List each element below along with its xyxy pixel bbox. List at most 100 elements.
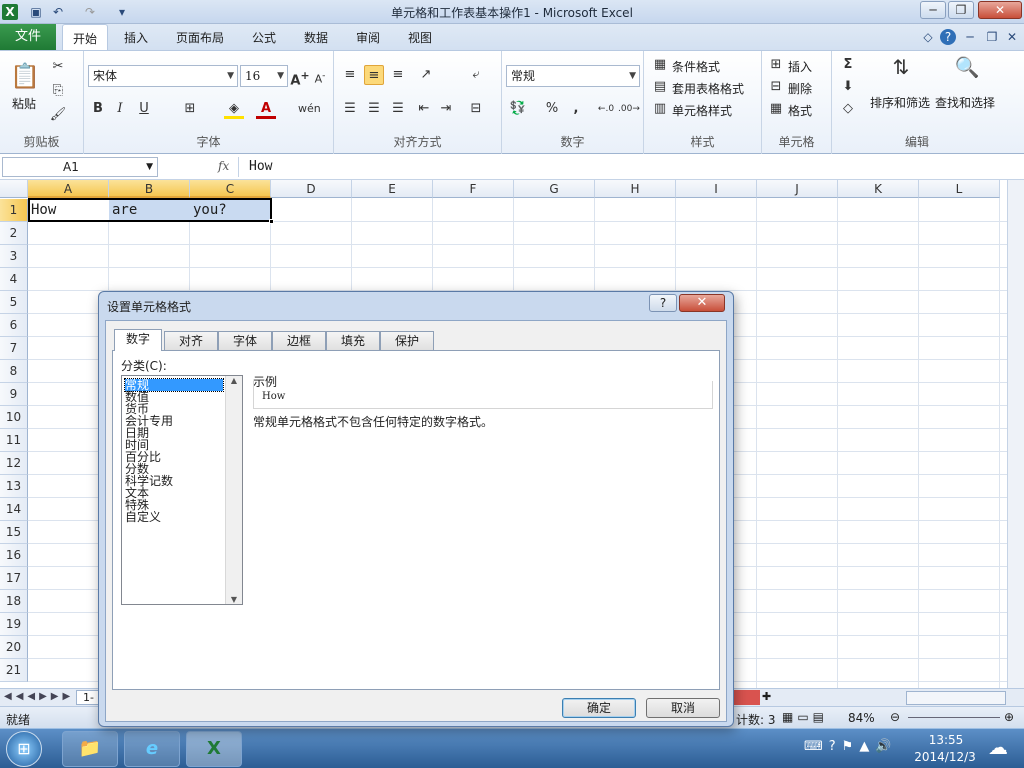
cell-styles-button[interactable]: 单元格样式 — [672, 102, 732, 119]
insert-sheet-icon[interactable]: ✚ — [762, 690, 771, 703]
scroll-up-icon[interactable]: ▲ — [226, 376, 242, 385]
font-size-combo[interactable]: 16 ▼ — [240, 65, 288, 87]
underline-button[interactable]: U — [134, 99, 154, 119]
tab-home[interactable]: 开始 — [62, 24, 109, 51]
orientation-icon[interactable]: ↗ — [416, 65, 436, 85]
tab-protection[interactable]: 保护 — [380, 331, 434, 350]
accounting-format-icon[interactable]: 💱 — [508, 99, 528, 119]
scroll-down-icon[interactable]: ▼ — [226, 595, 242, 604]
category-list[interactable]: ▲ ▼ 常规 数值 货币 会计专用 日期 时间 百分比 分数 科学记数 文本 特殊 自定义 — [121, 375, 243, 605]
tray-icons[interactable]: ⌨?⚑▲🔊 — [804, 739, 898, 754]
conditional-format-icon[interactable]: ▦ — [650, 55, 670, 75]
merge-center-icon[interactable]: ⊟ — [466, 99, 486, 119]
decrease-indent-icon[interactable]: ⇤ — [414, 99, 434, 119]
dialog-help-button[interactable]: ? — [649, 294, 677, 312]
number-format-combo[interactable]: 常规 ▼ — [506, 65, 640, 87]
tab-alignment[interactable]: 对齐 — [164, 331, 218, 350]
tab-review[interactable]: 审阅 — [356, 29, 380, 46]
row-header[interactable]: 9 — [0, 383, 28, 406]
format-as-table-icon[interactable]: ▤ — [650, 77, 670, 97]
minimize-doc-icon[interactable]: ─ — [962, 29, 978, 45]
row-header[interactable]: 10 — [0, 406, 28, 429]
tab-file[interactable]: 文件 — [0, 24, 56, 50]
column-header[interactable]: A — [28, 180, 109, 198]
fx-icon[interactable]: fx — [218, 159, 229, 173]
row-header[interactable]: 19 — [0, 613, 28, 636]
select-all-corner[interactable] — [0, 180, 28, 198]
tab-formulas[interactable]: 公式 — [252, 29, 276, 46]
align-right-icon[interactable]: ☰ — [388, 99, 408, 119]
row-header[interactable]: 6 — [0, 314, 28, 337]
column-header[interactable]: G — [514, 180, 595, 198]
tab-fill[interactable]: 填充 — [326, 331, 380, 350]
find-select-icon[interactable]: 🔍 — [950, 57, 984, 87]
bold-button[interactable]: B — [88, 99, 108, 119]
row-header[interactable]: 17 — [0, 567, 28, 590]
align-center-icon[interactable]: ☰ — [364, 99, 384, 119]
tab-number[interactable]: 数字 — [114, 329, 162, 351]
format-cells-button[interactable]: 格式 — [788, 102, 812, 119]
vertical-scrollbar[interactable] — [1007, 180, 1024, 688]
cancel-button[interactable]: 取消 — [646, 698, 720, 718]
copy-icon[interactable]: ⎘ — [48, 81, 68, 101]
ok-button[interactable]: 确定 — [562, 698, 636, 718]
sheet-tab-colored[interactable] — [730, 690, 760, 705]
tab-data[interactable]: 数据 — [304, 29, 328, 46]
column-header[interactable]: H — [595, 180, 676, 198]
column-header[interactable]: K — [838, 180, 919, 198]
tab-page-layout[interactable]: 页面布局 — [176, 29, 224, 46]
delete-cells-button[interactable]: 删除 — [788, 80, 812, 97]
find-select-button[interactable]: 查找和选择 — [935, 94, 995, 111]
wrap-text-icon[interactable]: ⤶ — [466, 65, 486, 85]
zoom-level[interactable]: 84% — [848, 711, 875, 725]
decrease-decimal-icon[interactable]: .00→ — [618, 99, 640, 119]
conditional-format-button[interactable]: 条件格式 — [672, 58, 720, 75]
tab-insert[interactable]: 插入 — [124, 29, 148, 46]
cell-c1[interactable]: you? — [190, 199, 271, 221]
row-header[interactable]: 5 — [0, 291, 28, 314]
increase-decimal-icon[interactable]: ←.0 — [596, 99, 616, 119]
autosum-icon[interactable]: Σ — [838, 55, 858, 75]
borders-icon[interactable]: ⊞ — [180, 99, 200, 119]
cell-b1[interactable]: are — [109, 199, 190, 221]
row-header[interactable]: 14 — [0, 498, 28, 521]
row-header[interactable]: 2 — [0, 222, 28, 245]
help-icon[interactable]: ? — [940, 29, 956, 45]
zoom-slider[interactable] — [908, 717, 1000, 718]
sort-filter-button[interactable]: 排序和筛选 — [870, 94, 930, 111]
column-header[interactable]: I — [676, 180, 757, 198]
increase-font-icon[interactable]: A+ — [290, 66, 310, 88]
row-header[interactable]: 12 — [0, 452, 28, 475]
formula-input[interactable]: How — [238, 157, 1008, 177]
restore-button[interactable]: ❐ — [948, 1, 974, 19]
horizontal-scrollbar[interactable] — [906, 691, 1006, 705]
zoom-out-icon[interactable]: ⊖ — [890, 710, 900, 724]
fill-icon[interactable]: ⬇ — [838, 77, 858, 97]
cell-styles-icon[interactable]: ▥ — [650, 99, 670, 119]
column-header[interactable]: D — [271, 180, 352, 198]
align-top-icon[interactable]: ≡ — [340, 65, 360, 85]
format-as-table-button[interactable]: 套用表格格式 — [672, 80, 744, 97]
row-header[interactable]: 3 — [0, 245, 28, 268]
close-window-button[interactable]: ✕ — [978, 1, 1022, 19]
row-header[interactable]: 8 — [0, 360, 28, 383]
cell-a1[interactable]: How — [28, 199, 109, 221]
percent-style-button[interactable]: % — [542, 99, 562, 119]
row-header[interactable]: 13 — [0, 475, 28, 498]
italic-button[interactable]: I — [110, 99, 130, 119]
paste-button-label[interactable]: 粘贴 — [12, 95, 36, 112]
decrease-font-icon[interactable]: A- — [310, 66, 330, 86]
clear-icon[interactable]: ◇ — [838, 99, 858, 119]
start-button[interactable]: ⊞ — [6, 731, 42, 767]
close-doc-icon[interactable]: ✕ — [1004, 29, 1020, 45]
explorer-taskbar-icon[interactable]: 📁 — [62, 731, 118, 767]
collapse-ribbon-icon[interactable]: ◇ — [920, 29, 936, 45]
zoom-in-icon[interactable]: ⊕ — [1004, 710, 1014, 724]
row-header[interactable]: 4 — [0, 268, 28, 291]
restore-doc-icon[interactable]: ❐ — [984, 29, 1000, 45]
row-header[interactable]: 11 — [0, 429, 28, 452]
row-header[interactable]: 20 — [0, 636, 28, 659]
delete-cells-icon[interactable]: ⊟ — [766, 77, 786, 97]
fill-color-icon[interactable]: ◈ — [224, 99, 244, 119]
format-cells-icon[interactable]: ▦ — [766, 99, 786, 119]
